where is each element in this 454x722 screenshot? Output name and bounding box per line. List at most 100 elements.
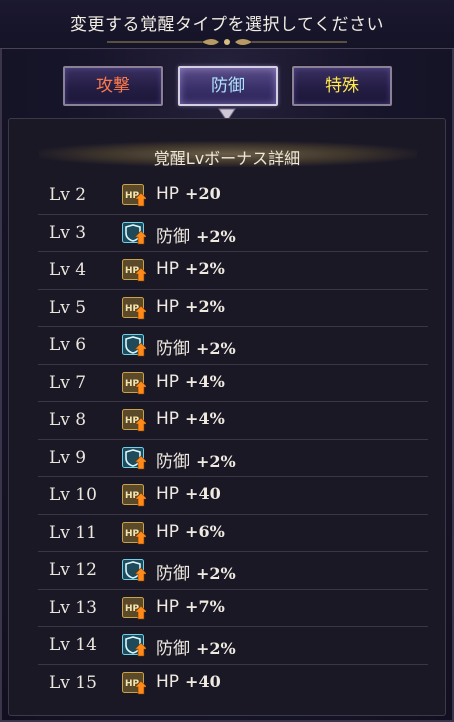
stat-bonus: HP +40 — [156, 484, 221, 504]
stat-bonus: 防御 +2% — [156, 634, 236, 659]
svg-text:HP: HP — [125, 304, 140, 314]
stat-name: 防御 — [156, 339, 190, 359]
hp-up-icon: HP — [122, 371, 148, 395]
stat-name: HP — [156, 296, 180, 317]
bonus-detail-panel: 覚醒Lvボーナス詳細 Lv 2 HP HP +20 Lv 3 防御 +2% Lv 4… — [8, 118, 446, 716]
stat-value: +20 — [185, 184, 221, 203]
stat-name: HP — [156, 409, 180, 429]
bonus-list: Lv 2 HP HP +20 Lv 3 防御 +2% Lv 4 HP HP +2% L… — [38, 177, 428, 702]
hp-up-icon: HP — [122, 259, 148, 282]
bonus-row-7: Lv 7 HP HP +4% — [38, 365, 428, 402]
level-label: Lv 9 — [49, 447, 87, 468]
stat-bonus: HP +4% — [156, 372, 225, 392]
bonus-row-13: Lv 13 HP HP +7% — [38, 590, 428, 627]
stat-value: +2% — [185, 296, 225, 316]
bonus-row-2: Lv 2 HP HP +20 — [38, 177, 428, 215]
stat-bonus: HP +2% — [156, 259, 225, 279]
hp-up-icon: HP — [122, 521, 148, 545]
stat-name: HP — [156, 259, 180, 279]
level-label: Lv 6 — [49, 335, 87, 355]
tab-special[interactable]: 特殊 — [292, 66, 392, 106]
svg-text:HP: HP — [125, 191, 140, 201]
hp-up-icon: HP — [122, 671, 148, 695]
svg-text:HP: HP — [125, 491, 140, 501]
awakening-type-tabs: 攻撃 防御 特殊 — [63, 66, 395, 108]
stat-value: +2% — [185, 259, 225, 278]
stat-bonus: 防御 +2% — [156, 559, 236, 584]
hp-up-icon: HP — [122, 296, 148, 320]
svg-text:HP: HP — [125, 529, 140, 539]
stat-bonus: 防御 +2% — [156, 222, 236, 247]
svg-text:HP: HP — [125, 679, 140, 689]
bonus-row-5: Lv 5 HP HP +2% — [38, 290, 428, 327]
svg-text:HP: HP — [125, 416, 140, 426]
stat-name: HP — [156, 184, 180, 204]
bonus-row-6: Lv 6 防御 +2% — [38, 327, 428, 365]
stat-bonus: HP +20 — [156, 184, 221, 204]
stat-value: +40 — [185, 484, 221, 503]
level-label: Lv 12 — [49, 560, 97, 580]
level-label: Lv 13 — [49, 597, 97, 618]
bonus-row-3: Lv 3 防御 +2% — [38, 215, 428, 252]
stat-value: +7% — [185, 596, 225, 616]
stat-value: +6% — [185, 521, 225, 541]
stat-value: +2% — [196, 451, 236, 471]
defense-up-icon — [122, 446, 148, 470]
tab-attack[interactable]: 攻撃 — [63, 66, 163, 106]
bonus-row-8: Lv 8 HP HP +4% — [38, 402, 428, 440]
stat-name: 防御 — [156, 226, 190, 247]
bonus-row-12: Lv 12 防御 +2% — [38, 552, 428, 590]
level-label: Lv 2 — [49, 185, 87, 205]
level-label: Lv 11 — [49, 522, 97, 543]
bonus-row-4: Lv 4 HP HP +2% — [38, 252, 428, 290]
stat-value: +4% — [185, 409, 225, 428]
panel-title: 覚醒Lvボーナス詳細 — [153, 149, 301, 168]
hp-up-icon: HP — [122, 409, 148, 432]
stat-bonus: HP +4% — [156, 409, 225, 429]
stat-value: +2% — [196, 226, 236, 246]
tab-attack-label: 攻撃 — [96, 76, 130, 96]
stat-bonus: 防御 +2% — [156, 334, 236, 359]
svg-text:HP: HP — [125, 266, 140, 276]
stat-bonus: HP +2% — [156, 297, 225, 317]
bonus-row-9: Lv 9 防御 +2% — [38, 440, 428, 477]
dialog-header: 変更する覚醒タイプを選択してください — [0, 0, 454, 49]
bonus-row-11: Lv 11 HP HP +6% — [38, 515, 428, 552]
hp-up-icon: HP — [122, 184, 148, 207]
hp-up-icon: HP — [122, 596, 148, 620]
stat-name: 防御 — [156, 451, 190, 472]
stat-name: HP — [156, 671, 180, 692]
level-label: Lv 10 — [49, 485, 97, 505]
stat-name: 防御 — [156, 564, 190, 584]
stat-name: 防御 — [156, 639, 190, 659]
level-label: Lv 3 — [49, 222, 87, 243]
bonus-row-15: Lv 15 HP HP +40 — [38, 665, 428, 703]
level-label: Lv 7 — [49, 372, 87, 393]
stat-value: +2% — [196, 339, 236, 358]
svg-text:HP: HP — [125, 604, 140, 614]
stat-bonus: HP +40 — [156, 672, 221, 692]
dialog-title: 変更する覚醒タイプを選択してください — [70, 15, 384, 35]
stat-value: +2% — [196, 639, 236, 658]
defense-up-icon — [122, 334, 148, 357]
stat-name: HP — [156, 521, 180, 542]
defense-up-icon — [122, 559, 148, 582]
tab-defense[interactable]: 防御 — [178, 66, 278, 106]
level-label: Lv 15 — [49, 672, 97, 693]
tab-special-label: 特殊 — [325, 76, 359, 96]
stat-bonus: HP +7% — [156, 597, 225, 617]
stat-bonus: HP +6% — [156, 522, 225, 542]
level-label: Lv 8 — [49, 410, 87, 430]
bonus-row-14: Lv 14 防御 +2% — [38, 627, 428, 665]
stat-value: +2% — [196, 564, 236, 583]
defense-up-icon — [122, 634, 148, 657]
stat-name: HP — [156, 484, 180, 504]
level-label: Lv 5 — [49, 297, 87, 318]
ornament-icon — [107, 39, 347, 45]
stat-value: +40 — [185, 671, 221, 691]
svg-text:HP: HP — [125, 379, 140, 389]
bonus-row-10: Lv 10 HP HP +40 — [38, 477, 428, 515]
stat-name: HP — [156, 596, 180, 617]
tab-defense-label: 防御 — [211, 76, 245, 96]
level-label: Lv 4 — [49, 260, 87, 280]
